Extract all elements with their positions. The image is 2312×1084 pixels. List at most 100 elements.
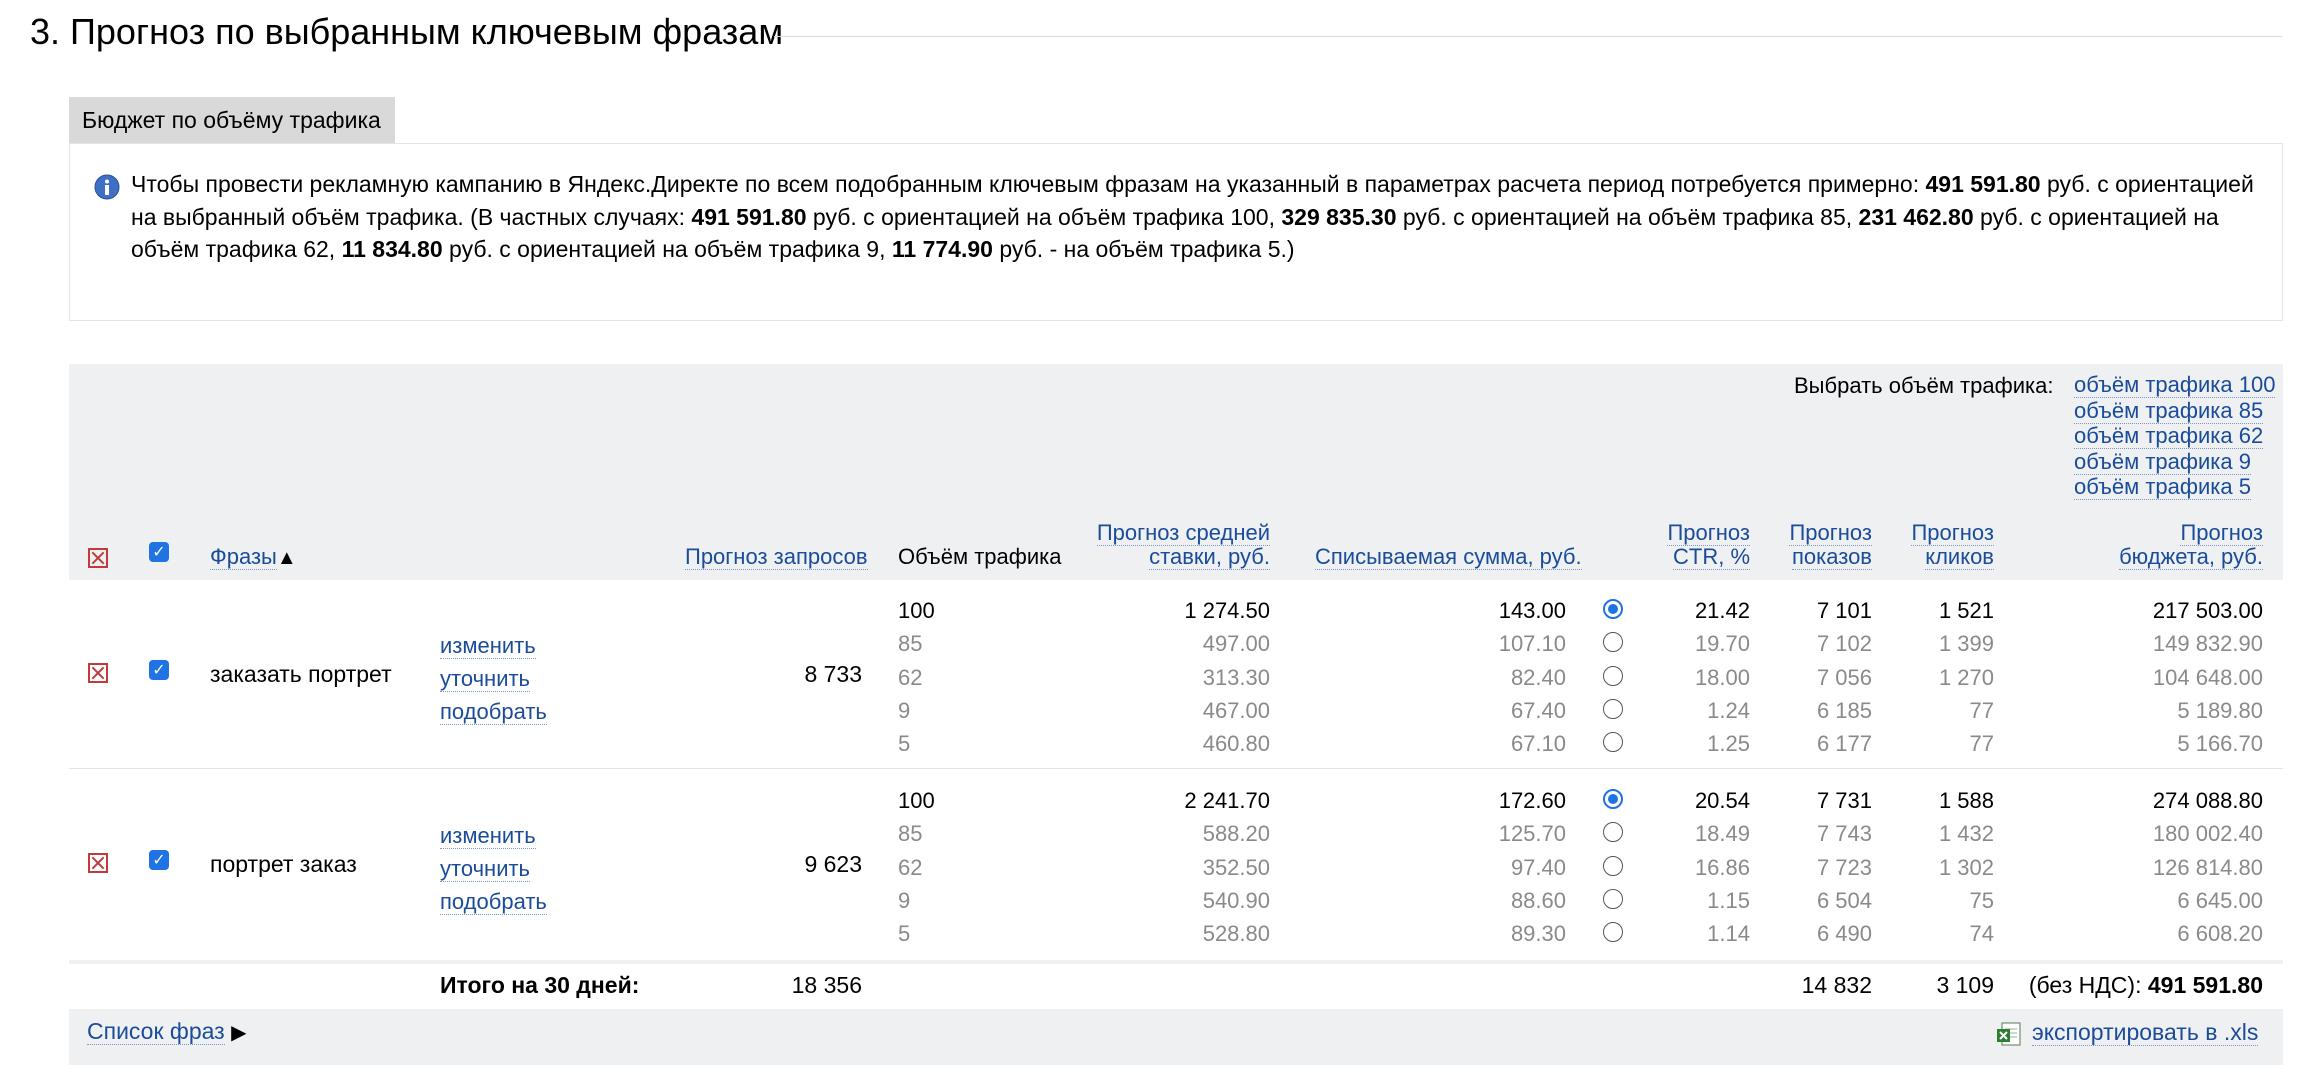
select-all-checkbox[interactable]: ✓ (149, 542, 169, 562)
refine-link[interactable]: уточнить (440, 666, 531, 692)
volume-radio[interactable] (1603, 822, 1623, 843)
cell-clicks: 1 521 (1938, 598, 1994, 623)
volume-radio[interactable] (1603, 888, 1623, 909)
volume-radio[interactable] (1603, 698, 1623, 719)
cell-bid: 352.50 (1202, 854, 1270, 880)
section-divider (774, 36, 2282, 37)
remove-phrase-icon[interactable] (88, 853, 108, 873)
cell-ctr: 19.70 (1694, 631, 1750, 657)
cell-charge: 107.10 (1498, 631, 1566, 657)
change-link[interactable]: изменить (440, 823, 536, 849)
row-divider (69, 768, 2283, 769)
volume-radio[interactable] (1603, 632, 1623, 653)
select-volume-label: Выбрать объём трафика: (1794, 373, 2054, 398)
col-charge[interactable]: Списываемая сумма, руб. (1315, 544, 1582, 570)
cell-clicks: 1 270 (1938, 664, 1994, 690)
volume-radio[interactable] (1603, 789, 1623, 809)
info-icon (94, 174, 120, 200)
totals-label: Итого на 30 дней: (440, 972, 640, 998)
col-clicks[interactable]: Прогноз кликов (1864, 520, 1994, 570)
requests-value: 8 733 (804, 661, 862, 687)
volume-option-5[interactable]: объём трафика 5 (2074, 474, 2251, 500)
cell-charge: 88.60 (1510, 887, 1566, 913)
totals-budget: (без НДС): 491 591.80 (2028, 972, 2263, 998)
cell-shows: 7 056 (1816, 664, 1872, 690)
cell-ctr: 1.14 (1707, 921, 1750, 947)
phrase-checkbox[interactable]: ✓ (149, 660, 169, 680)
cell-bid: 467.00 (1202, 697, 1270, 723)
remove-all-icon[interactable] (88, 548, 108, 568)
cell-charge: 67.40 (1510, 697, 1566, 723)
cell-budget: 274 088.80 (2152, 788, 2263, 813)
cell-bid: 588.20 (1202, 821, 1270, 847)
cell-ctr: 18.00 (1694, 664, 1750, 690)
col-ctr[interactable]: Прогноз CTR, % (1620, 520, 1750, 570)
tab-traffic-budget[interactable]: Бюджет по объёму трафика (69, 97, 395, 143)
cell-clicks: 1 302 (1938, 854, 1994, 880)
cell-clicks: 1 399 (1938, 631, 1994, 657)
change-link[interactable]: изменить (440, 633, 536, 659)
volume-radio[interactable] (1603, 665, 1623, 686)
volume-options: объём трафика 100 объём трафика 85 объём… (2074, 372, 2276, 500)
cell-clicks: 75 (1969, 887, 1994, 913)
phrase-text: портрет заказ (210, 851, 357, 877)
volume-radio[interactable] (1603, 855, 1623, 876)
remove-phrase-icon[interactable] (88, 663, 108, 683)
cell-clicks: 1 588 (1938, 788, 1994, 813)
cell-budget: 5 189.80 (2177, 697, 2263, 723)
col-budget[interactable]: Прогноз бюджета, руб. (2050, 520, 2263, 570)
cell-vol: 100 (898, 598, 935, 623)
cell-vol: 5 (898, 731, 911, 757)
cell-clicks: 77 (1969, 731, 1994, 757)
totals-requests: 18 356 (791, 972, 862, 998)
cell-budget: 217 503.00 (2152, 598, 2263, 623)
pick-link[interactable]: подобрать (440, 889, 547, 915)
cell-ctr: 1.15 (1707, 887, 1750, 913)
cell-shows: 7 101 (1816, 598, 1872, 623)
sort-up-icon: ▲ (276, 547, 297, 569)
table-footer (69, 1009, 2283, 1065)
cell-ctr: 1.25 (1707, 731, 1750, 757)
refine-link[interactable]: уточнить (440, 856, 531, 882)
volume-option-100[interactable]: объём трафика 100 (2074, 372, 2276, 398)
phrase-checkbox[interactable]: ✓ (149, 850, 169, 870)
cell-vol: 9 (898, 887, 911, 913)
cell-charge: 82.40 (1510, 664, 1566, 690)
cell-vol: 85 (898, 821, 923, 847)
cell-bid: 1 274.50 (1184, 598, 1270, 623)
xls-icon (1997, 1022, 2021, 1046)
cell-bid: 313.30 (1202, 664, 1270, 690)
cell-clicks: 77 (1969, 697, 1994, 723)
cell-shows: 6 490 (1816, 921, 1872, 947)
volume-radio[interactable] (1603, 732, 1623, 753)
cell-ctr: 21.42 (1694, 598, 1750, 623)
cell-bid: 540.90 (1202, 887, 1270, 913)
cell-ctr: 16.86 (1694, 854, 1750, 880)
volume-option-85[interactable]: объём трафика 85 (2074, 397, 2264, 424)
phrase-list-toggle[interactable]: Список фраз ▶ (87, 1018, 247, 1046)
budget-summary-text: Чтобы провести рекламную кампанию в Янде… (131, 171, 2254, 262)
cell-ctr: 18.49 (1694, 821, 1750, 847)
volume-option-9[interactable]: объём трафика 9 (2074, 448, 2251, 475)
totals-shows: 14 832 (1801, 972, 1872, 998)
cell-budget: 149 832.90 (2152, 631, 2263, 657)
cell-budget: 180 002.40 (2152, 821, 2263, 847)
cell-vol: 85 (898, 631, 923, 657)
col-bid[interactable]: Прогноз средней ставки, руб. (1050, 520, 1270, 570)
cell-ctr: 20.54 (1694, 788, 1750, 813)
volume-radio[interactable] (1603, 922, 1623, 943)
cell-clicks: 1 432 (1938, 821, 1994, 847)
cell-vol: 62 (898, 664, 923, 690)
col-phrases[interactable]: Фразы▲ (210, 544, 297, 571)
col-shows[interactable]: Прогноз показов (1742, 520, 1872, 570)
cell-shows: 7 743 (1816, 821, 1872, 847)
col-volume: Объём трафика (898, 544, 1062, 569)
volume-option-62[interactable]: объём трафика 62 (2074, 423, 2264, 449)
volume-radio[interactable] (1603, 599, 1623, 619)
pick-link[interactable]: подобрать (440, 699, 547, 725)
cell-bid: 460.80 (1202, 731, 1270, 757)
cell-charge: 67.10 (1510, 731, 1566, 757)
cell-vol: 9 (898, 697, 911, 723)
export-xls-link[interactable]: экспортировать в .xls (2032, 1019, 2259, 1046)
col-requests[interactable]: Прогноз запросов (685, 544, 868, 570)
